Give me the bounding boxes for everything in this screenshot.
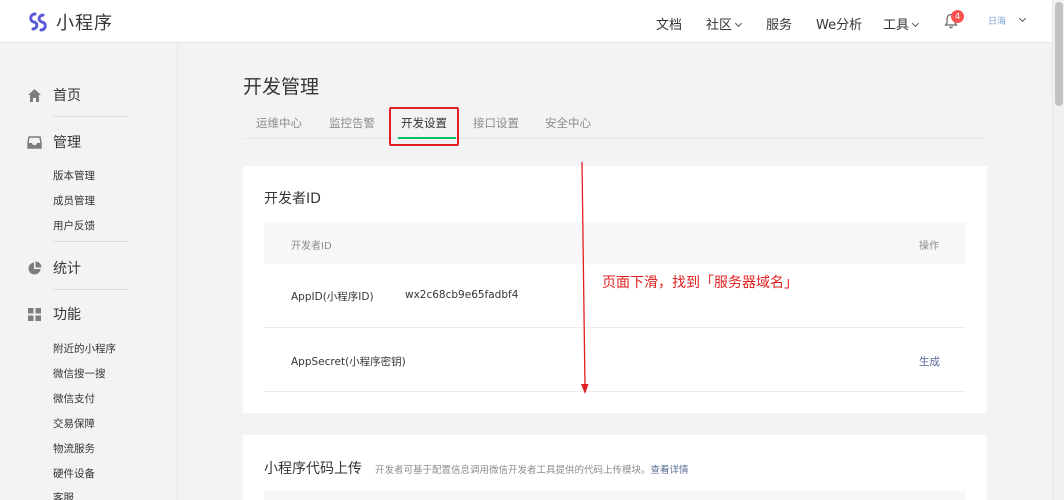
sidebar-item-label: 首页 (53, 88, 81, 104)
appid-value: wx2c68cb9e65fadbf4 (405, 289, 519, 301)
table-header (264, 491, 966, 500)
appid-label: AppID(小程序ID) (291, 291, 374, 303)
sidebar-item-label: 功能 (53, 307, 81, 323)
page-title: 开发管理 (243, 76, 320, 98)
sidebar-item-manage[interactable]: 管理 (27, 132, 81, 152)
chevron-down-icon (911, 19, 920, 28)
sidebar-item-customer-service[interactable]: 客服 (53, 490, 74, 500)
table-header: 开发者ID 操作 (264, 222, 966, 264)
view-details-link[interactable]: 查看详情 (651, 465, 689, 476)
sidebar-item-hardware[interactable]: 硬件设备 (53, 466, 95, 481)
nav-services[interactable]: 服务 (766, 14, 792, 33)
nav-community-label: 社区 (706, 18, 733, 33)
tab-operations[interactable]: 运维中心 (256, 115, 302, 131)
avatar[interactable]: 日海 (988, 14, 1006, 28)
annotation-text: 页面下滑，找到「服务器域名」 (602, 275, 798, 291)
nav-we-analytics[interactable]: We分析 (816, 14, 862, 33)
miniprogram-logo-icon (29, 12, 47, 32)
sidebar-item-label: 统计 (53, 261, 81, 277)
sidebar-item-user-feedback[interactable]: 用户反馈 (53, 218, 95, 233)
app-name: 小程序 (56, 13, 113, 34)
sidebar-item-trade-guarantee[interactable]: 交易保障 (53, 416, 95, 431)
nav-tools-label: 工具 (883, 18, 910, 33)
tab-bar: 运维中心 监控告警 开发设置 接口设置 安全中心 (243, 108, 987, 139)
generate-secret-link[interactable]: 生成 (919, 354, 940, 369)
scrollbar[interactable] (1052, 0, 1064, 500)
scrollbar-thumb[interactable] (1055, 2, 1063, 106)
home-icon (28, 88, 41, 102)
code-upload-card: 小程序代码上传 开发者可基于配置信息调用微信开发者工具提供的代码上传模块。查看详… (243, 435, 987, 500)
divider (53, 289, 129, 290)
sidebar-item-wechat-pay[interactable]: 微信支付 (53, 391, 95, 406)
chevron-down-icon[interactable] (1018, 14, 1027, 23)
sidebar-item-features[interactable]: 功能 (27, 304, 81, 324)
description-text: 开发者可基于配置信息调用微信开发者工具提供的代码上传模块。 (375, 465, 651, 476)
nav-docs[interactable]: 文档 (656, 14, 682, 33)
sidebar-item-nearby-miniprogram[interactable]: 附近的小程序 (53, 341, 116, 356)
tab-security[interactable]: 安全中心 (545, 115, 591, 131)
sidebar-item-statistics[interactable]: 统计 (27, 258, 81, 278)
sidebar-item-home[interactable]: 首页 (27, 85, 81, 105)
tab-api-settings[interactable]: 接口设置 (473, 115, 519, 131)
nav-tools[interactable]: 工具 (883, 14, 920, 33)
card-title: 小程序代码上传 (264, 461, 362, 477)
chevron-down-icon (734, 19, 743, 28)
sidebar-item-wechat-search[interactable]: 微信搜一搜 (53, 366, 106, 381)
card-description: 开发者可基于配置信息调用微信开发者工具提供的代码上传模块。查看详情 (375, 462, 689, 476)
highlight-box (389, 107, 459, 146)
divider (53, 241, 129, 242)
sidebar-item-label: 管理 (53, 135, 81, 151)
divider (53, 116, 129, 117)
appsecret-label: AppSecret(小程序密钥) (291, 356, 406, 368)
sidebar-item-version-management[interactable]: 版本管理 (53, 168, 95, 183)
table-row: AppSecret(小程序密钥) 生成 (264, 328, 966, 392)
top-nav-bar: 小程序 文档 社区 服务 We分析 工具 4 日海 (0, 0, 1052, 43)
column-header-id: 开发者ID (291, 241, 332, 252)
notification-badge: 4 (951, 10, 964, 23)
sidebar-item-logistics[interactable]: 物流服务 (53, 441, 95, 456)
sidebar-item-member-management[interactable]: 成员管理 (53, 193, 95, 208)
nav-community[interactable]: 社区 (706, 14, 743, 33)
grid-icon (28, 307, 41, 321)
pie-chart-icon (28, 261, 42, 274)
card-title: 开发者ID (264, 191, 321, 207)
logo[interactable]: 小程序 (26, 9, 113, 35)
column-header-action: 操作 (919, 241, 939, 252)
scroll-down-arrow (581, 161, 589, 394)
tab-monitoring[interactable]: 监控告警 (329, 115, 375, 131)
inbox-icon (27, 135, 42, 149)
